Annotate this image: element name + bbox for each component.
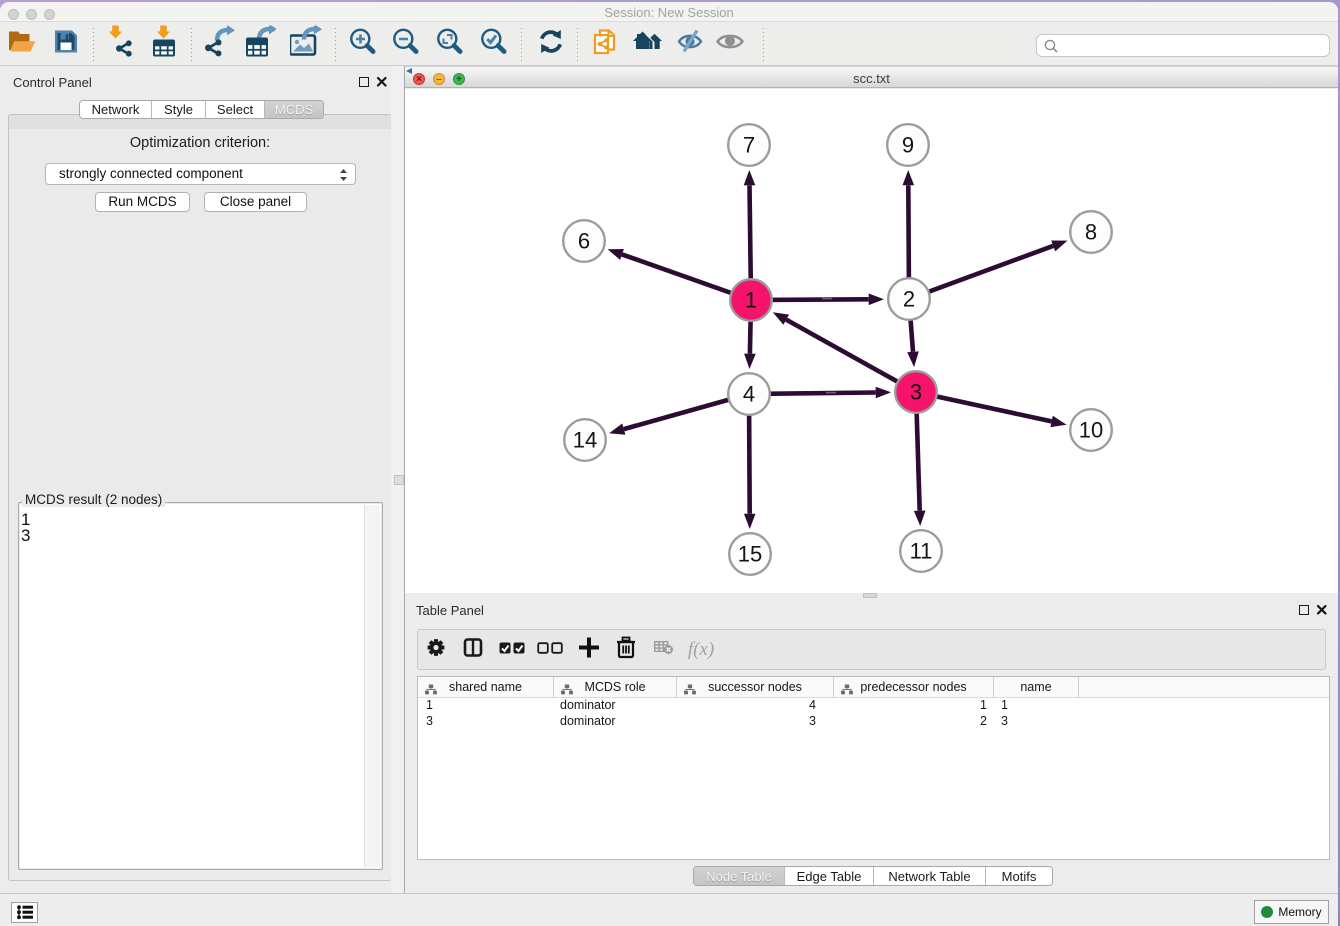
svg-text:9: 9: [902, 133, 914, 158]
svg-text:4: 4: [743, 382, 755, 407]
svg-text:8: 8: [1085, 220, 1097, 245]
svg-text:3: 3: [910, 380, 922, 405]
svg-text:10: 10: [1079, 418, 1103, 443]
svg-text:11: 11: [910, 539, 933, 564]
svg-text:15: 15: [738, 542, 762, 567]
svg-text:7: 7: [743, 133, 755, 158]
svg-text:1: 1: [745, 288, 757, 313]
svg-text:2: 2: [903, 287, 915, 312]
svg-text:6: 6: [578, 229, 590, 254]
svg-text:14: 14: [573, 428, 597, 453]
